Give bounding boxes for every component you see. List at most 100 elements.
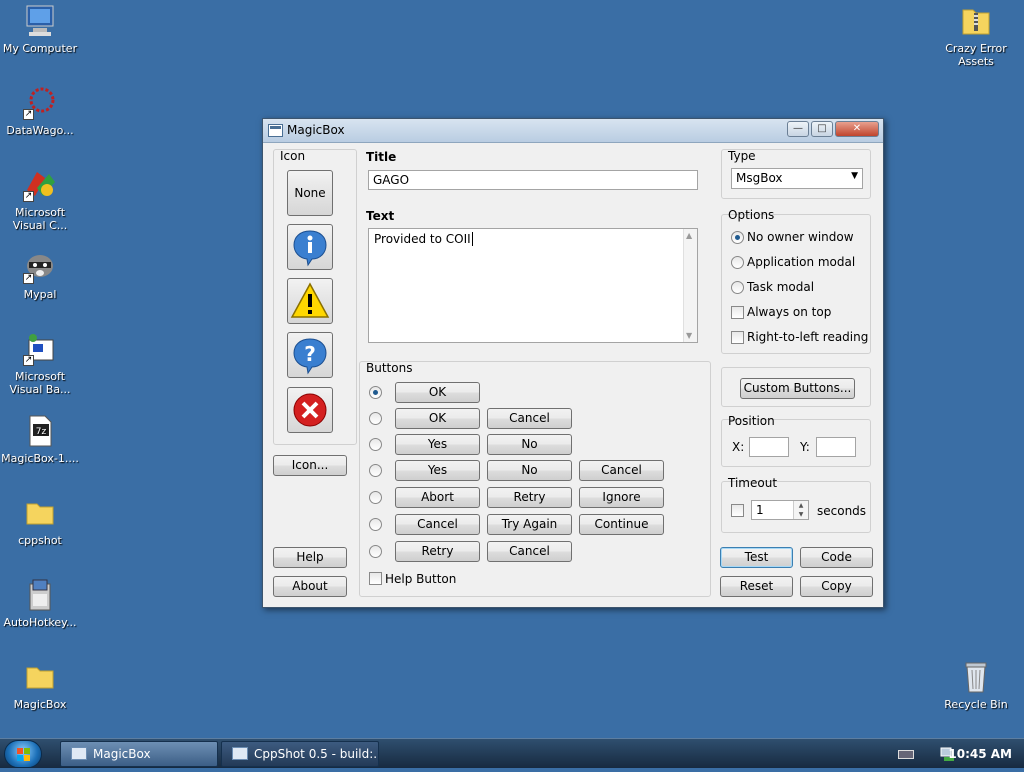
help-button-checkbox-label[interactable]: Help Button	[385, 572, 456, 586]
icon-question-button[interactable]: ?	[287, 332, 333, 378]
desktop-icon-label: MagicBox-1....	[1, 452, 79, 465]
desktop-icon-autohotkey[interactable]: AutoHotkey...	[0, 578, 80, 629]
timeout-input[interactable]: 1 ▲ ▼	[751, 500, 809, 520]
recycle-bin-icon	[959, 660, 993, 694]
preview-button[interactable]: No	[487, 434, 572, 455]
custom-buttons-button[interactable]: Custom Buttons...	[740, 378, 855, 399]
spin-up-icon[interactable]: ▲	[794, 501, 808, 510]
preview-button[interactable]: Abort	[395, 487, 480, 508]
option-rtl-label[interactable]: Right-to-left reading	[747, 330, 868, 344]
desktop-icon-label: Microsoft Visual C...	[12, 206, 68, 232]
close-button[interactable]: ✕	[835, 121, 879, 137]
desktop-icon-visual-basic[interactable]: ↗ Microsoft Visual Ba...	[0, 332, 80, 396]
zip-folder-icon	[959, 4, 993, 38]
icon-browse-button[interactable]: Icon...	[273, 455, 347, 476]
preview-button[interactable]: No	[487, 460, 572, 481]
info-icon	[293, 230, 327, 267]
desktop-icon-visual-c[interactable]: ↗ Microsoft Visual C...	[0, 168, 80, 232]
preview-button[interactable]: Ignore	[579, 487, 664, 508]
buttons-radio-retry-cancel[interactable]	[369, 545, 382, 558]
test-button[interactable]: Test	[720, 547, 793, 568]
desktop-icon-cppshot[interactable]: cppshot	[0, 496, 80, 547]
preview-button[interactable]: Yes	[395, 434, 480, 455]
position-y-input[interactable]	[816, 437, 856, 457]
position-x-label: X:	[732, 440, 745, 454]
desktop-icon-datawagon[interactable]: ↗ DataWago...	[0, 86, 80, 137]
datawagon-icon: ↗	[23, 86, 57, 120]
option-app-modal-radio[interactable]	[731, 256, 744, 269]
keyboard-tray-icon[interactable]	[898, 750, 914, 759]
buttons-radio-cancel-tryagain-continue[interactable]	[369, 518, 382, 531]
desktop-icon-my-computer[interactable]: My Computer	[0, 4, 80, 55]
installer-icon	[23, 578, 57, 612]
chevron-down-icon[interactable]: ▼	[851, 171, 858, 181]
desktop-icon-magicbox-archive[interactable]: 7z MagicBox-1....	[0, 414, 80, 465]
preview-button[interactable]: Retry	[487, 487, 572, 508]
option-app-modal-label[interactable]: Application modal	[747, 255, 855, 269]
preview-button[interactable]: Cancel	[579, 460, 664, 481]
icon-error-button[interactable]	[287, 387, 333, 433]
position-x-input[interactable]	[749, 437, 789, 457]
icon-warning-button[interactable]	[287, 278, 333, 324]
clock[interactable]: 10:45 AM	[948, 739, 1012, 769]
desktop-icon-crazy-error-assets[interactable]: Crazy Error Assets	[936, 4, 1016, 68]
desktop-icon-magicbox-folder[interactable]: MagicBox	[0, 660, 80, 711]
help-button[interactable]: Help	[273, 547, 347, 568]
help-button-checkbox[interactable]	[369, 572, 382, 585]
icon-none-button[interactable]: None	[287, 170, 333, 216]
option-task-modal-label[interactable]: Task modal	[747, 280, 814, 294]
warning-icon	[290, 282, 330, 318]
about-button[interactable]: About	[273, 576, 347, 597]
preview-button[interactable]: Cancel	[487, 541, 572, 562]
taskbar-item-label: MagicBox	[93, 747, 151, 761]
preview-button[interactable]: Try Again	[487, 514, 572, 535]
option-always-on-top-checkbox[interactable]	[731, 306, 744, 319]
maximize-button[interactable]: □	[811, 121, 833, 137]
desktop-icon-label: Crazy Error Assets	[945, 42, 1007, 68]
taskbar-item-cppshot[interactable]: CppShot 0.5 - build:...	[221, 741, 379, 767]
preview-button[interactable]: Cancel	[395, 514, 480, 535]
preview-button[interactable]: OK	[395, 408, 480, 429]
option-always-on-top-label[interactable]: Always on top	[747, 305, 831, 319]
taskbar-item-label: CppShot 0.5 - build:...	[254, 747, 379, 761]
desktop-icon-label: My Computer	[2, 42, 78, 55]
preview-button[interactable]: Yes	[395, 460, 480, 481]
option-rtl-checkbox[interactable]	[731, 331, 744, 344]
spin-down-icon[interactable]: ▼	[794, 510, 808, 519]
copy-button[interactable]: Copy	[800, 576, 873, 597]
textarea-scrollbar[interactable]: ▲ ▼	[683, 229, 697, 342]
computer-icon	[23, 4, 57, 38]
option-no-owner-radio[interactable]	[731, 231, 744, 244]
minimize-button[interactable]: —	[787, 121, 809, 137]
scroll-down-arrow-icon[interactable]: ▼	[686, 331, 692, 340]
option-task-modal-radio[interactable]	[731, 281, 744, 294]
scroll-up-arrow-icon[interactable]: ▲	[686, 231, 692, 240]
icon-info-button[interactable]	[287, 224, 333, 270]
start-button[interactable]	[4, 740, 42, 768]
desktop-icon-mypal[interactable]: ↗ Mypal	[0, 250, 80, 301]
buttons-radio-yes-no[interactable]	[369, 438, 382, 451]
window-titlebar[interactable]: MagicBox — □ ✕	[263, 119, 883, 143]
buttons-radio-ok-cancel[interactable]	[369, 412, 382, 425]
window-app-icon	[232, 747, 248, 760]
buttons-radio-yes-no-cancel[interactable]	[369, 464, 382, 477]
taskbar-item-magicbox[interactable]: MagicBox	[60, 741, 218, 767]
timeout-checkbox[interactable]	[731, 504, 744, 517]
message-textarea[interactable]: Provided to COII ▲ ▼	[368, 228, 698, 343]
visual-studio-icon: ↗	[23, 168, 57, 202]
timeout-spinner[interactable]: ▲ ▼	[793, 501, 808, 519]
code-button[interactable]: Code	[800, 547, 873, 568]
preview-button[interactable]: Retry	[395, 541, 480, 562]
buttons-radio-abort-retry-ignore[interactable]	[369, 491, 382, 504]
option-no-owner-label[interactable]: No owner window	[747, 230, 854, 244]
buttons-radio-ok[interactable]	[369, 386, 382, 399]
desktop-icon-label: Mypal	[23, 288, 57, 301]
reset-button[interactable]: Reset	[720, 576, 793, 597]
desktop-icon-recycle-bin[interactable]: Recycle Bin	[936, 660, 1016, 711]
title-input[interactable]: GAGO	[368, 170, 698, 190]
type-select[interactable]: MsgBox ▼	[731, 168, 863, 189]
preview-button[interactable]: OK	[395, 382, 480, 403]
preview-button[interactable]: Continue	[579, 514, 664, 535]
visual-basic-icon: ↗	[23, 332, 57, 366]
preview-button[interactable]: Cancel	[487, 408, 572, 429]
